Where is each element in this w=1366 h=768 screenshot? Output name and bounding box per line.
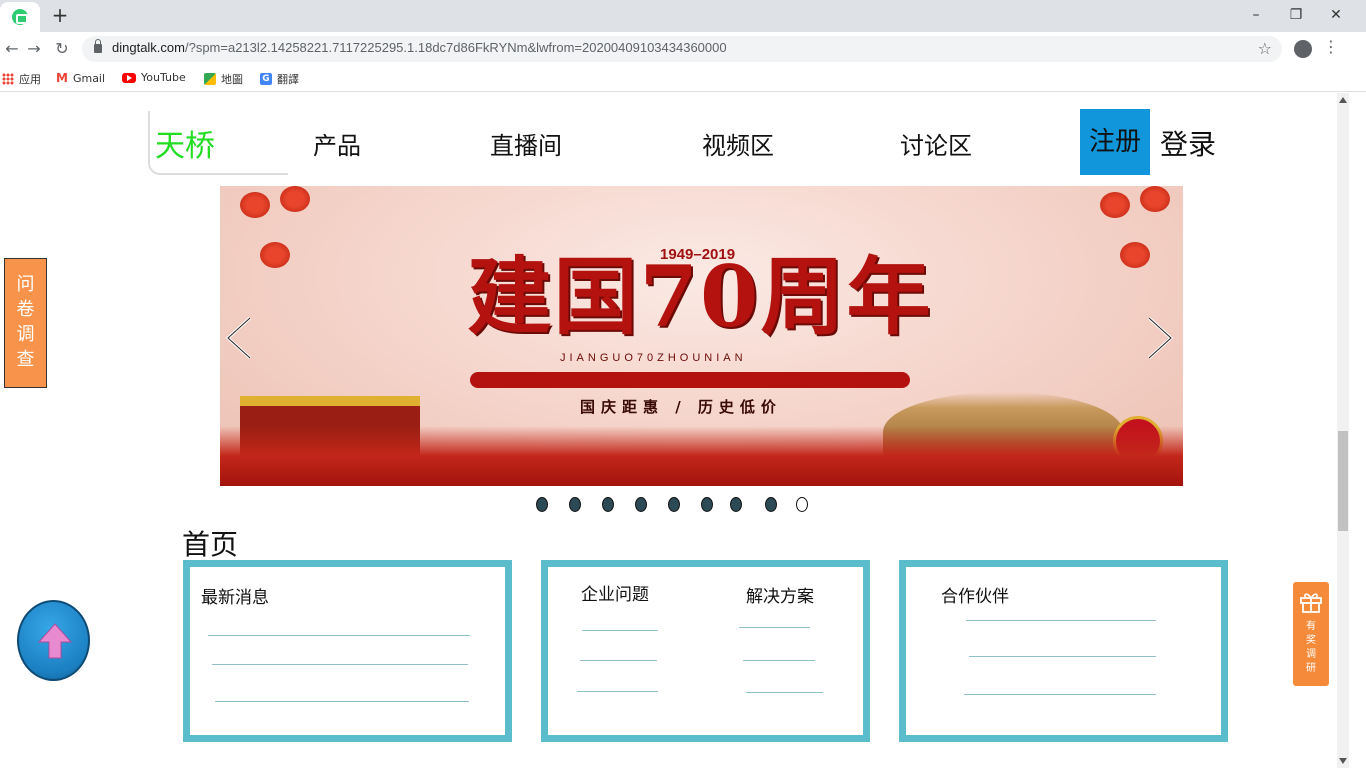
list-placeholder-line <box>966 620 1156 621</box>
bookmark-youtube[interactable]: YouTube <box>122 71 186 84</box>
banner-slogan: 国庆距惠 / 历史低价 <box>580 398 782 416</box>
list-placeholder-line <box>212 664 468 665</box>
carousel-dot[interactable] <box>635 497 647 512</box>
page-scrollbar[interactable] <box>1337 93 1349 768</box>
maximize-button[interactable]: ❐ <box>1276 0 1316 30</box>
page-viewport: 天桥 产品 直播间 视频区 讨论区 注册 登录 1949–2019 建国70周年… <box>0 93 1366 768</box>
carousel-dot[interactable] <box>701 497 713 512</box>
back-icon[interactable]: ← <box>0 37 24 61</box>
site-logo[interactable]: 天桥 <box>155 121 215 165</box>
new-tab-button[interactable]: + <box>48 3 72 27</box>
bookmark-star-icon[interactable]: ☆ <box>1258 39 1272 58</box>
section-title: 首页 <box>182 528 239 561</box>
address-bar[interactable]: dingtalk.com/?spm=a213l2.14258221.711722… <box>82 36 1282 62</box>
browser-tab[interactable] <box>0 2 40 32</box>
bookmark-maps[interactable]: 地圖 <box>204 71 243 87</box>
list-placeholder-line <box>739 627 810 628</box>
arrow-up-icon <box>37 623 73 659</box>
bookmark-apps[interactable]: 应用 <box>2 71 41 87</box>
login-button[interactable]: 登录 <box>1160 123 1216 163</box>
list-placeholder-line <box>577 691 658 692</box>
dingtalk-favicon-icon <box>12 9 28 25</box>
url-text: dingtalk.com/?spm=a213l2.14258221.711722… <box>112 40 727 55</box>
reward-survey-tab[interactable]: 有 奖 调 研 <box>1293 582 1329 686</box>
reward-survey-label: 有 奖 调 研 <box>1306 621 1316 674</box>
city-skyline <box>220 426 1183 486</box>
lantern-icon <box>1100 192 1130 218</box>
banner-ribbon <box>470 372 910 388</box>
scroll-thumb[interactable] <box>1338 431 1348 531</box>
browser-menu-icon[interactable]: ⋮ <box>1323 37 1339 56</box>
gift-icon <box>1300 593 1322 613</box>
forward-icon[interactable]: → <box>22 37 46 61</box>
nav-item-discussion[interactable]: 讨论区 <box>900 126 972 161</box>
gmail-icon: M <box>56 71 68 85</box>
list-placeholder-line <box>582 630 658 631</box>
card-enterprise[interactable]: 企业问题 解决方案 <box>541 560 870 742</box>
carousel-prev-arrow-icon[interactable] <box>224 316 254 360</box>
lantern-icon <box>1120 242 1150 268</box>
carousel-dot[interactable] <box>569 497 581 512</box>
list-placeholder-line <box>969 656 1156 657</box>
list-placeholder-line <box>208 635 470 636</box>
nav-item-products[interactable]: 产品 <box>313 126 361 161</box>
card-title: 解决方案 <box>746 587 814 607</box>
card-title: 合作伙伴 <box>941 587 1009 607</box>
apps-grid-icon <box>2 73 14 85</box>
nav-item-video[interactable]: 视频区 <box>702 126 774 161</box>
lantern-icon <box>260 242 290 268</box>
profile-icon[interactable] <box>1294 40 1312 58</box>
list-placeholder-line <box>964 694 1156 695</box>
card-partners[interactable]: 合作伙伴 <box>899 560 1228 742</box>
browser-tabstrip: + – ❐ ✕ <box>0 0 1366 32</box>
card-title: 最新消息 <box>201 588 269 608</box>
minimize-button[interactable]: – <box>1236 0 1276 30</box>
carousel-next-arrow-icon[interactable] <box>1145 316 1175 360</box>
bookmarks-bar: 应用 M Gmail YouTube 地圖 G 翻譯 <box>0 66 1366 92</box>
list-placeholder-line <box>580 660 657 661</box>
lock-icon <box>94 39 102 53</box>
close-window-button[interactable]: ✕ <box>1316 0 1356 30</box>
list-placeholder-line <box>746 692 823 693</box>
banner-title: 建国70周年 <box>467 247 933 346</box>
list-placeholder-line <box>215 701 469 702</box>
survey-side-tab[interactable]: 问 卷 调 查 <box>4 258 47 388</box>
carousel-dot[interactable] <box>602 497 614 512</box>
bookmark-gmail[interactable]: M Gmail <box>56 71 105 85</box>
carousel-dot[interactable] <box>668 497 680 512</box>
carousel-dot[interactable] <box>536 497 548 512</box>
back-to-top-button[interactable] <box>17 600 90 681</box>
maps-icon <box>204 73 216 85</box>
banner-pinyin: JIANGUO70ZHOUNIAN <box>560 352 747 364</box>
carousel-dot[interactable] <box>730 497 742 512</box>
scroll-up-icon[interactable] <box>1339 97 1347 103</box>
youtube-icon <box>122 72 136 83</box>
lantern-icon <box>240 192 270 218</box>
card-latest-news[interactable]: 最新消息 <box>183 560 512 742</box>
bookmark-translate[interactable]: G 翻譯 <box>260 71 299 87</box>
browser-toolbar: ← → ↻ dingtalk.com/?spm=a213l2.14258221.… <box>0 32 1366 66</box>
nav-item-live[interactable]: 直播间 <box>490 126 562 161</box>
scroll-down-icon[interactable] <box>1339 758 1347 764</box>
carousel-dot[interactable] <box>765 497 777 512</box>
lantern-icon <box>1140 186 1170 212</box>
carousel-banner[interactable]: 1949–2019 建国70周年 JIANGUO70ZHOUNIAN 国庆距惠 … <box>220 186 1183 486</box>
list-placeholder-line <box>743 660 815 661</box>
card-title: 企业问题 <box>581 585 649 605</box>
reload-icon[interactable]: ↻ <box>50 37 74 61</box>
lantern-icon <box>280 186 310 212</box>
carousel-dot[interactable] <box>796 497 808 512</box>
register-button[interactable]: 注册 <box>1080 109 1150 175</box>
translate-icon: G <box>260 73 272 85</box>
